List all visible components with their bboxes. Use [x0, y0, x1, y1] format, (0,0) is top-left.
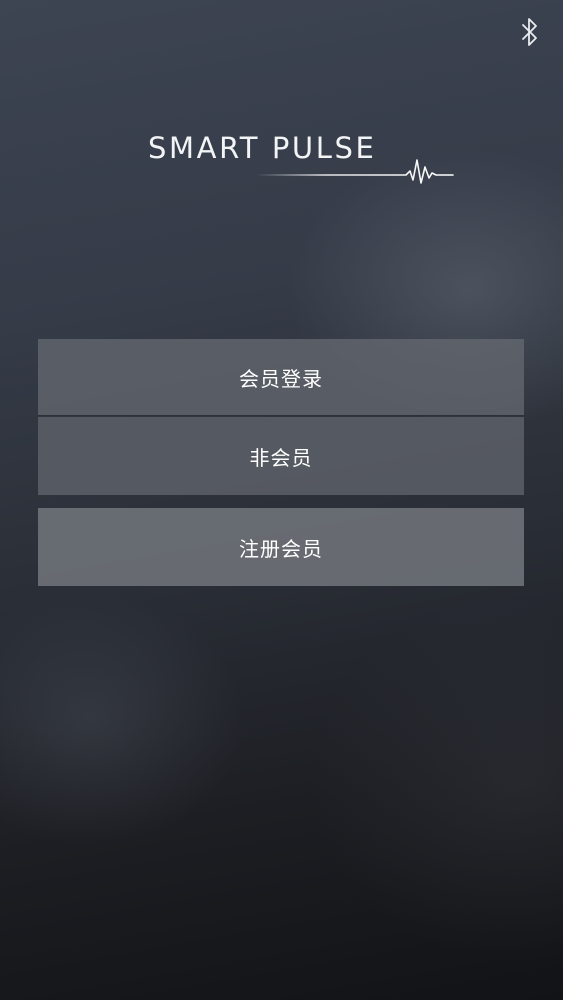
- member-login-button[interactable]: 会员登录: [38, 339, 524, 416]
- guest-button[interactable]: 非会员: [38, 417, 524, 495]
- register-member-button[interactable]: 注册会员: [38, 508, 524, 586]
- app-logo: SMART PULSE: [148, 124, 458, 188]
- bluetooth-icon[interactable]: [516, 16, 544, 48]
- login-screen: SMART PULSE 会员登录 非会员 注册会员: [0, 0, 563, 1000]
- heartbeat-pulse-icon: [255, 159, 454, 184]
